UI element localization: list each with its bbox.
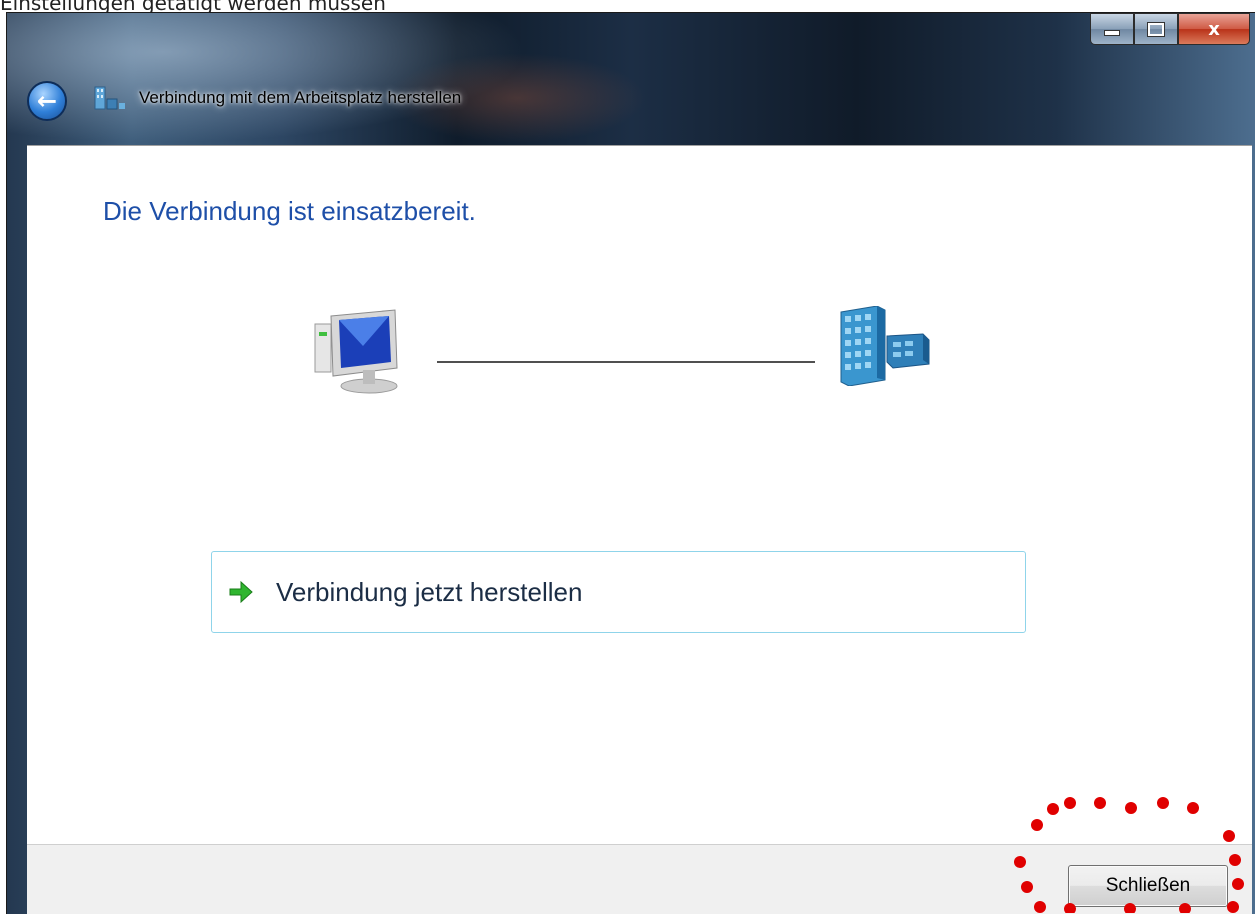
wizard-content: Die Verbindung ist einsatzbereit. Verbin…: [27, 145, 1252, 914]
connect-now-label: Verbindung jetzt herstellen: [276, 576, 583, 607]
office-building-icon: [840, 306, 930, 386]
window-close-button[interactable]: x: [1178, 13, 1250, 45]
minimize-icon: [1104, 30, 1120, 36]
page-title: Die Verbindung ist einsatzbereit.: [103, 196, 476, 226]
window-caption-buttons: x: [1090, 13, 1250, 45]
connect-now-link[interactable]: Verbindung jetzt herstellen: [211, 551, 1026, 633]
back-arrow-icon: ←: [36, 87, 58, 115]
maximize-icon: [1147, 21, 1165, 37]
close-button-label: Schließen: [1105, 875, 1191, 896]
close-icon: x: [1208, 18, 1220, 40]
green-arrow-icon: [229, 580, 253, 604]
connection-line: [437, 361, 815, 363]
network-workplace-icon: [94, 86, 125, 110]
maximize-button[interactable]: [1134, 13, 1178, 45]
window-title: Verbindung mit dem Arbeitsplatz herstell…: [139, 88, 462, 107]
computer-icon: [314, 309, 398, 394]
back-button[interactable]: ←: [27, 81, 67, 121]
dialog-window: x ← Verbindung mit dem Arbeitsplatz hers…: [6, 12, 1255, 914]
close-button[interactable]: Schließen: [1068, 865, 1228, 907]
wizard-footer: Schließen: [27, 844, 1252, 914]
minimize-button[interactable]: [1090, 13, 1134, 45]
